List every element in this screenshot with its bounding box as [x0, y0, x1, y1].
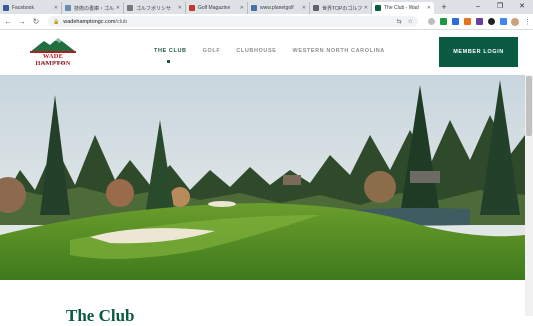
back-button[interactable]: ← — [2, 16, 14, 28]
tab-world-top-golf[interactable]: 世界TOPのゴルフ ✕ — [310, 2, 372, 14]
url-host: wadehamptongc.com — [63, 18, 116, 25]
window-controls: – ❐ ✕ — [467, 0, 533, 14]
tab-label: Golf Magazine — [198, 5, 231, 11]
tab-golf-library[interactable]: 技術の書庫・ゴル ✕ — [62, 2, 124, 14]
nav-item-the-club[interactable]: THE CLUB — [154, 48, 187, 54]
site-favicon-icon — [127, 5, 133, 11]
translate-icon[interactable]: ⇆ — [397, 18, 402, 25]
extension-icon[interactable] — [476, 18, 483, 25]
extensions-area — [428, 18, 507, 25]
main-nav: THE CLUB GOLF CLUBHOUSE WESTERN NORTH CA… — [154, 48, 385, 54]
wade-hampton-logo[interactable]: WADE HAMPTON GOLF CLUB — [28, 35, 78, 71]
tab-close-icon[interactable]: ✕ — [54, 5, 58, 11]
tab-facebook[interactable]: Facebook ✕ — [0, 2, 62, 14]
tab-label: Facebook — [12, 5, 34, 11]
extension-icon[interactable] — [452, 18, 459, 25]
tab-label: ゴルフボリシサ — [136, 5, 172, 12]
minimize-button[interactable]: – — [467, 0, 489, 14]
hero-course-photo — [0, 75, 525, 280]
lock-icon[interactable]: 🔒 — [53, 19, 59, 25]
tab-close-icon[interactable]: ✕ — [427, 5, 431, 11]
tab-close-icon[interactable]: ✕ — [364, 5, 368, 11]
facebook-favicon-icon — [3, 5, 9, 11]
golf-magazine-favicon-icon — [189, 5, 195, 11]
tab-golf-magazine[interactable]: Golf Magazine ✕ — [186, 2, 248, 14]
tab-close-icon[interactable]: ✕ — [116, 5, 120, 11]
tab-label: 技術の書庫・ゴル — [74, 5, 114, 12]
browser-toolbar: ← → ↻ 🔒 wadehamptongc.com/club ⇆ ☆ ⋮ — [0, 14, 533, 30]
site-header: WADE HAMPTON GOLF CLUB THE CLUB GOLF CLU… — [0, 30, 533, 75]
browser-menu-icon[interactable]: ⋮ — [524, 18, 531, 26]
mountain-logo-icon — [30, 38, 76, 53]
tab-the-club[interactable]: The Club - Wad ✕ — [372, 2, 434, 14]
browser-tab-strip: Facebook ✕ 技術の書庫・ゴル ✕ ゴルフボリシサ ✕ Golf Mag… — [0, 0, 533, 14]
tab-golf-policy[interactable]: ゴルフボリシサ ✕ — [124, 2, 186, 14]
nav-item-golf[interactable]: GOLF — [203, 48, 221, 54]
tab-close-icon[interactable]: ✕ — [240, 5, 244, 11]
site-favicon-icon — [65, 5, 71, 11]
forward-button[interactable]: → — [16, 16, 28, 28]
tab-close-icon[interactable]: ✕ — [178, 5, 182, 11]
logo-subtitle: GOLF CLUB — [40, 61, 66, 65]
extension-icon[interactable] — [464, 18, 471, 25]
page-title: The Club — [66, 306, 135, 325]
nav-item-clubhouse[interactable]: CLUBHOUSE — [236, 48, 276, 54]
golf-course-image — [0, 75, 525, 280]
nav-item-western-north-carolina[interactable]: WESTERN NORTH CAROLINA — [293, 48, 385, 54]
close-window-button[interactable]: ✕ — [511, 0, 533, 14]
site-favicon-icon — [313, 5, 319, 11]
new-tab-button[interactable]: + — [438, 2, 450, 14]
url-path: /club — [115, 18, 128, 25]
tab-label: 世界TOPのゴルフ — [322, 5, 362, 12]
extension-icon[interactable] — [428, 18, 435, 25]
planetgolf-favicon-icon — [251, 5, 257, 11]
member-login-button[interactable]: MEMBER LOGIN — [439, 37, 518, 67]
extension-icon[interactable] — [440, 18, 447, 25]
omnibox-icons: ⇆ ☆ — [397, 18, 413, 25]
tab-planetgolf[interactable]: www.planetgolf ✕ — [248, 2, 310, 14]
tab-label: www.planetgolf — [260, 5, 294, 11]
address-bar[interactable]: 🔒 wadehamptongc.com/club ⇆ ☆ — [48, 16, 418, 27]
tab-close-icon[interactable]: ✕ — [302, 5, 306, 11]
bookmark-star-icon[interactable]: ☆ — [408, 18, 413, 25]
profile-avatar[interactable] — [511, 17, 519, 26]
page-content: The Club — [0, 280, 525, 325]
extension-icon[interactable] — [488, 18, 495, 25]
extension-icon[interactable] — [500, 18, 507, 25]
wade-hampton-favicon-icon — [375, 5, 381, 11]
maximize-button[interactable]: ❐ — [489, 0, 511, 14]
page-scrollbar-thumb[interactable] — [526, 76, 532, 136]
tab-label: The Club - Wad — [384, 5, 419, 11]
active-nav-indicator — [167, 60, 170, 63]
reload-button[interactable]: ↻ — [30, 16, 42, 28]
